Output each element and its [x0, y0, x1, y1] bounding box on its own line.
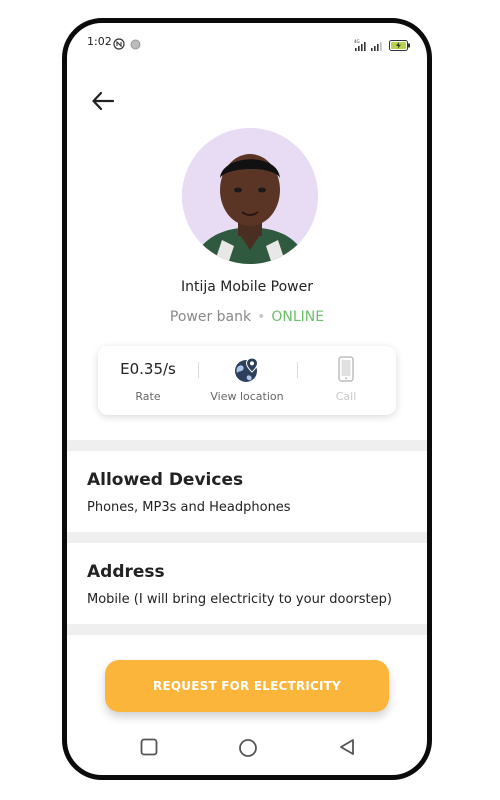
avatar	[182, 128, 318, 264]
provider-status-line: Power bank • ONLINE	[67, 309, 427, 325]
phone-frame: 1:02 4G Intija Mobile Power Power bank •…	[62, 18, 432, 780]
android-nav-bar	[67, 738, 427, 768]
battery-charging-icon	[389, 36, 411, 55]
provider-name: Intija Mobile Power	[180, 279, 313, 295]
notification-dot-icon	[130, 35, 141, 54]
separator-dot: •	[257, 309, 266, 325]
network-type-label: 4G	[354, 39, 360, 44]
back-arrow-icon[interactable]	[91, 91, 115, 115]
allowed-devices-title: Allowed Devices	[87, 470, 244, 490]
section-divider	[67, 624, 427, 635]
section-divider	[67, 440, 427, 451]
status-time: 1:02	[87, 35, 112, 48]
status-bar: 1:02 4G	[67, 23, 427, 63]
cellular-signal-2-icon	[370, 36, 384, 55]
online-status-badge: ONLINE	[271, 309, 325, 325]
address-text: Mobile (I will bring electricity to your…	[87, 592, 392, 607]
cellular-signal-icon: 4G	[354, 36, 368, 55]
location-globe-icon	[199, 356, 295, 383]
rate-value: E0.35/s	[120, 360, 176, 378]
provider-category: Power bank	[169, 309, 252, 325]
section-divider	[67, 532, 427, 543]
call-button[interactable]: Call	[298, 356, 394, 403]
phone-icon	[298, 356, 394, 383]
rate-stat: E0.35/s Rate	[100, 356, 196, 403]
view-location-button[interactable]: View location	[199, 356, 295, 403]
request-electricity-button[interactable]: REQUEST FOR ELECTRICITY	[105, 660, 389, 712]
stats-card: E0.35/s Rate View location Call	[98, 346, 396, 415]
call-label: Call	[335, 390, 357, 403]
address-title: Address	[87, 562, 165, 582]
nfc-icon	[113, 35, 125, 54]
home-icon[interactable]	[238, 738, 258, 762]
allowed-devices-text: Phones, MP3s and Headphones	[87, 500, 291, 515]
view-location-label: View location	[210, 390, 284, 403]
recent-apps-icon[interactable]	[140, 738, 158, 760]
rate-label: Rate	[135, 390, 161, 403]
nav-back-icon[interactable]	[339, 738, 355, 760]
